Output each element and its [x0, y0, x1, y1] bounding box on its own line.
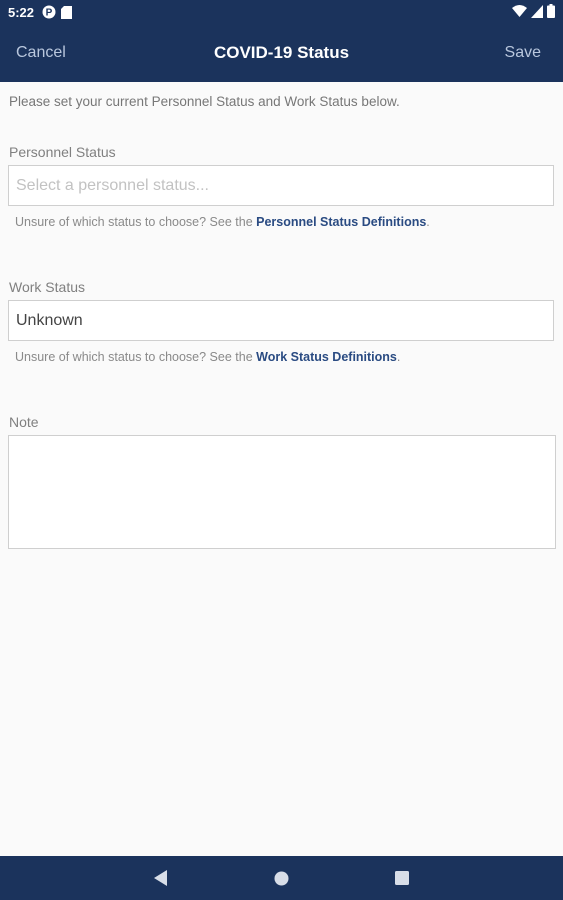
work-status-label: Work Status	[9, 279, 85, 295]
sd-card-icon	[61, 5, 73, 19]
status-bar: 5:22 P	[0, 0, 563, 24]
recents-icon[interactable]	[395, 871, 409, 890]
work-status-definitions-link[interactable]: Work Status Definitions	[256, 350, 397, 364]
work-status-help: Unsure of which status to choose? See th…	[15, 350, 400, 364]
personnel-status-help: Unsure of which status to choose? See th…	[15, 215, 430, 229]
page-title: COVID-19 Status	[213, 43, 350, 62]
personnel-status-help-suffix: .	[426, 215, 430, 229]
back-icon[interactable]	[154, 870, 168, 891]
work-status-help-text: Unsure of which status to choose? See th…	[15, 350, 257, 364]
battery-icon	[547, 4, 555, 23]
note-label: Note	[9, 414, 39, 430]
personnel-status-select[interactable]: Select a personnel status...	[8, 165, 554, 206]
personnel-status-placeholder: Select a personnel status...	[16, 176, 209, 194]
save-button[interactable]: Save	[505, 44, 541, 62]
wifi-icon	[512, 4, 527, 23]
status-right-icons	[512, 4, 555, 23]
work-status-value: Unknown	[16, 311, 83, 329]
work-status-help-suffix: .	[396, 350, 401, 364]
notification-p-icon: P	[42, 5, 56, 19]
app-bar: Cancel COVID-19 Status Save	[0, 24, 563, 82]
system-nav-bar	[0, 856, 563, 900]
personnel-status-definitions-link[interactable]: Personnel Status Definitions	[256, 215, 426, 229]
personnel-status-help-text: Unsure of which status to choose? See th…	[15, 215, 257, 229]
status-time: 5:22	[8, 4, 35, 20]
note-textarea[interactable]	[8, 435, 556, 549]
home-icon[interactable]	[274, 871, 289, 891]
intro-text: Please set your current Personnel Status…	[9, 94, 400, 109]
work-status-select[interactable]: Unknown	[8, 300, 554, 341]
signal-icon	[531, 4, 543, 23]
svg-text:P: P	[46, 8, 53, 19]
personnel-status-label: Personnel Status	[9, 144, 116, 160]
